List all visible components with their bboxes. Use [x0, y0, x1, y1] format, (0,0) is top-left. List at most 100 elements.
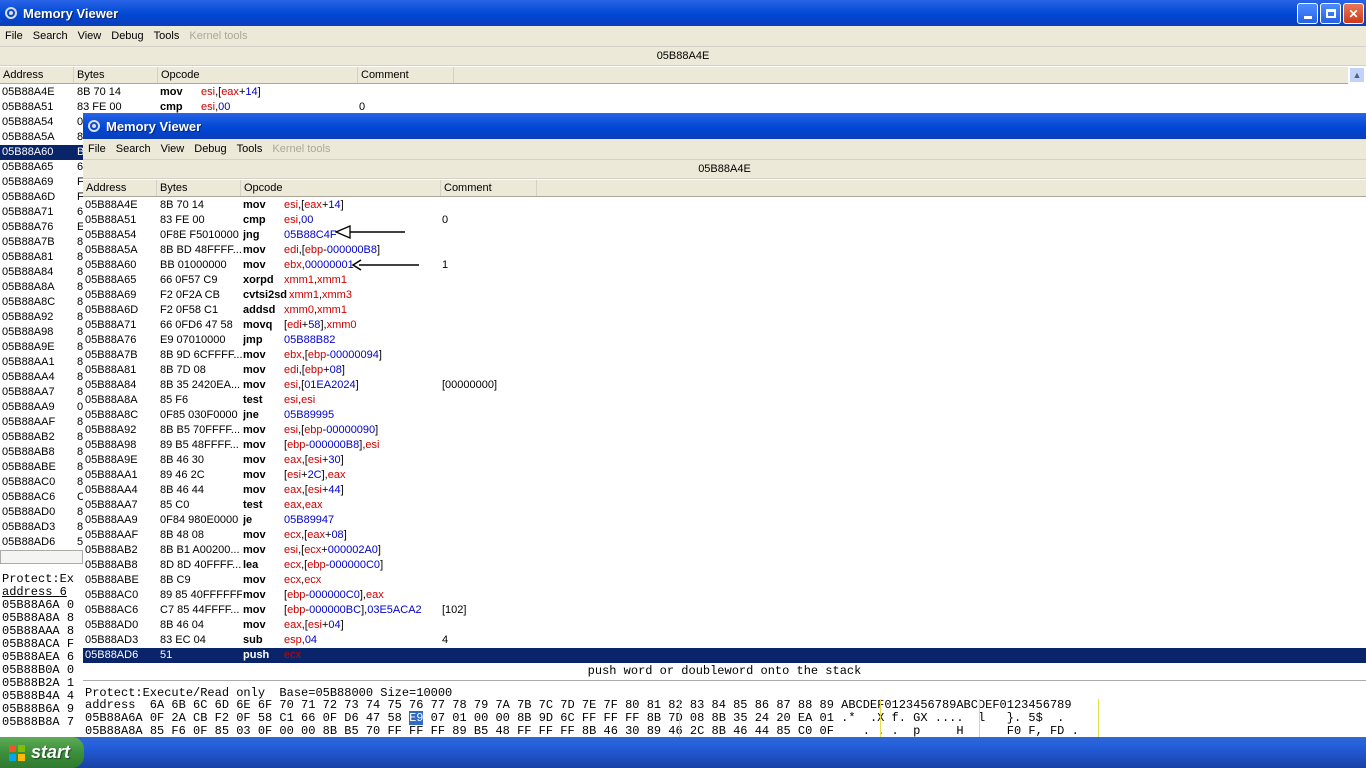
side-row[interactable]: 05B88AD0 8	[0, 505, 83, 520]
close-button[interactable]: ✕	[1343, 3, 1364, 24]
minimize-button[interactable]	[1297, 3, 1318, 24]
side-row[interactable]: 05B88A71 6	[0, 205, 83, 220]
side-row[interactable]: 05B88A69 F	[0, 175, 83, 190]
side-row[interactable]: 05B88ABE 8	[0, 460, 83, 475]
disasm-row[interactable]: 05B88A98 89 B5 48FFFF... mov [ebp-000000B8]…	[83, 438, 1366, 453]
hex-row[interactable]: 05B88A8A 85 F6 0F 85 03 0F 00 00 8B B5 7…	[85, 725, 1079, 738]
col-bytes[interactable]: Bytes	[74, 67, 158, 83]
side-row[interactable]: 05B88AD3 8	[0, 520, 83, 535]
col-opcode[interactable]: Opcode	[158, 67, 358, 83]
disasm-row[interactable]: 05B88A5A 8B BD 48FFFF... mov edi,[ebp-00000…	[83, 243, 1366, 258]
disasm-row[interactable]: 05B88A69 F2 0F2A CB cvtsi2sd xmm1,xmm3	[83, 288, 1366, 303]
disasm-row[interactable]: 05B88A8C 0F85 030F0000 jne 05B89995	[83, 408, 1366, 423]
disasm-row[interactable]: 05B88AC0 89 85 40FFFFFF mov [ebp-000000C0],…	[83, 588, 1366, 603]
col-opcode[interactable]: Opcode	[241, 180, 441, 196]
menu-tools[interactable]: Tools	[232, 143, 268, 155]
menu-search[interactable]: Search	[111, 143, 156, 155]
side-row[interactable]: 05B88A54 0	[0, 115, 83, 130]
back-hscroll[interactable]	[0, 550, 83, 564]
side-row[interactable]: 05B88AA7 8	[0, 385, 83, 400]
side-row[interactable]: 05B88A5A 8	[0, 130, 83, 145]
disasm-row[interactable]: 05B88A84 8B 35 2420EA... mov esi,[01EA2024]…	[83, 378, 1366, 393]
menu-view[interactable]: View	[73, 30, 107, 42]
side-row[interactable]: 05B88A60 B	[0, 145, 83, 160]
side-row[interactable]: 05B88AA9 0	[0, 400, 83, 415]
side-row[interactable]: 05B88A76 E	[0, 220, 83, 235]
menu-file[interactable]: File	[0, 30, 28, 42]
side-row[interactable]: 05B88A8C 8	[0, 295, 83, 310]
col-bytes[interactable]: Bytes	[157, 180, 241, 196]
side-hex-row[interactable]: 05B88AEA 6	[2, 651, 85, 664]
side-row[interactable]: 05B88AA1 8	[0, 355, 83, 370]
disasm-row[interactable]: 05B88A6D F2 0F58 C1 addsd xmm0,xmm1	[83, 303, 1366, 318]
side-row[interactable]: 05B88AC6 C	[0, 490, 83, 505]
disasm-row[interactable]: 05B88AB8 8D 8D 40FFFF... lea ecx,[ebp-00000…	[83, 558, 1366, 573]
side-hex-row[interactable]: 05B88ACA F	[2, 638, 85, 651]
side-row[interactable]: 05B88A9E 8	[0, 340, 83, 355]
disasm-row[interactable]: 05B88AA7 85 C0 test eax,eax	[83, 498, 1366, 513]
menu-view[interactable]: View	[156, 143, 190, 155]
disasm-row[interactable]: 05B88A8A 85 F6 test esi,esi	[83, 393, 1366, 408]
side-row[interactable]: 05B88AC0 8	[0, 475, 83, 490]
back-scroll-up-button[interactable]: ▲	[1349, 67, 1365, 83]
col-address[interactable]: Address	[83, 180, 157, 196]
side-row[interactable]: 05B88A98 8	[0, 325, 83, 340]
disasm-row[interactable]: 05B88AC6 C7 85 44FFFF... mov [ebp-000000BC]…	[83, 603, 1366, 618]
side-row[interactable]: 05B88A65 6	[0, 160, 83, 175]
disasm-row[interactable]: 05B88AD3 83 EC 04 sub esp,04 4	[83, 633, 1366, 648]
disasm-row[interactable]: 05B88A54 0F8E F5010000 jng 05B88C4F	[83, 228, 1366, 243]
side-row[interactable]: 05B88A6D F	[0, 190, 83, 205]
side-hex-row[interactable]: 05B88AAA 8	[2, 625, 85, 638]
side-row[interactable]: 05B88A84 8	[0, 265, 83, 280]
side-row[interactable]: 05B88A81 8	[0, 250, 83, 265]
side-row[interactable]: 05B88AA4 8	[0, 370, 83, 385]
side-hex-row[interactable]: 05B88B2A 1	[2, 677, 85, 690]
disasm-row[interactable]: 05B88A4E 8B 70 14 mov esi,[eax+14]	[83, 198, 1366, 213]
col-comment[interactable]: Comment	[441, 180, 537, 196]
disasm-row[interactable]: 05B88AD6 51 push ecx	[83, 648, 1366, 663]
disasm-row[interactable]: 05B88A51 83 FE 00 cmp esi,00 0	[83, 213, 1366, 228]
side-hex-row[interactable]: 05B88B6A 9	[2, 703, 85, 716]
side-row[interactable]: 05B88A8A 8	[0, 280, 83, 295]
menu-tools[interactable]: Tools	[149, 30, 185, 42]
side-row[interactable]: 05B88AB8 8	[0, 445, 83, 460]
side-hex-row[interactable]: 05B88B8A 7	[2, 716, 85, 729]
disasm-row[interactable]: 05B88AA9 0F84 980E0000 je 05B89947	[83, 513, 1366, 528]
menu-search[interactable]: Search	[28, 30, 73, 42]
side-hex-row[interactable]: address 6	[2, 586, 85, 599]
disasm-row[interactable]: 05B88A9E 8B 46 30 mov eax,[esi+30]	[83, 453, 1366, 468]
side-hex-row[interactable]: 05B88A8A 8	[2, 612, 85, 625]
disasm-row[interactable]: 05B88ABE 8B C9 mov ecx,ecx	[83, 573, 1366, 588]
disasm-row[interactable]: 05B88AA1 89 46 2C mov [esi+2C],eax	[83, 468, 1366, 483]
side-row[interactable]: 05B88AD6 5	[0, 535, 83, 550]
col-comment[interactable]: Comment	[358, 67, 454, 83]
disasm-row[interactable]: 05B88A76 E9 07010000 jmp 05B88B82	[83, 333, 1366, 348]
disasm-row[interactable]: 05B88AAF 8B 48 08 mov ecx,[eax+08]	[83, 528, 1366, 543]
side-row[interactable]: 05B88AB2 8	[0, 430, 83, 445]
side-hex-row[interactable]: 05B88A6A 0	[2, 599, 85, 612]
side-row[interactable]: 05B88A92 8	[0, 310, 83, 325]
restore-button[interactable]	[1320, 3, 1341, 24]
disasm-row[interactable]: 05B88A60 BB 01000000 mov ebx,00000001 1	[83, 258, 1366, 273]
disasm-row[interactable]: 05B88A65 66 0F57 C9 xorpd xmm1,xmm1	[83, 273, 1366, 288]
side-hex-row[interactable]: 05B88B4A 4	[2, 690, 85, 703]
disasm-row[interactable]: 05B88A4E 8B 70 14 mov esi,[eax+14]	[0, 85, 1348, 100]
side-row[interactable]: 05B88A7B 8	[0, 235, 83, 250]
start-button[interactable]: start	[0, 737, 84, 768]
back-title-bar[interactable]: Memory Viewer ✕	[0, 0, 1366, 26]
front-title-bar[interactable]: Memory Viewer	[83, 113, 1366, 139]
disasm-row[interactable]: 05B88A81 8B 7D 08 mov edi,[ebp+08]	[83, 363, 1366, 378]
menu-debug[interactable]: Debug	[106, 30, 148, 42]
disasm-row[interactable]: 05B88AD0 8B 46 04 mov eax,[esi+04]	[83, 618, 1366, 633]
disasm-row[interactable]: 05B88AA4 8B 46 44 mov eax,[esi+44]	[83, 483, 1366, 498]
side-hex-row[interactable]: 05B88B0A 0	[2, 664, 85, 677]
side-row[interactable]: 05B88AAF 8	[0, 415, 83, 430]
menu-file[interactable]: File	[83, 143, 111, 155]
disasm-row[interactable]: 05B88AB2 8B B1 A00200... mov esi,[ecx+00000…	[83, 543, 1366, 558]
disasm-row[interactable]: 05B88A71 66 0FD6 47 58 movq [edi+58],xmm0	[83, 318, 1366, 333]
hex-cursor-byte[interactable]: E9	[409, 711, 424, 725]
disasm-row[interactable]: 05B88A7B 8B 9D 6CFFFF... mov ebx,[ebp-00000…	[83, 348, 1366, 363]
menu-debug[interactable]: Debug	[189, 143, 231, 155]
col-address[interactable]: Address	[0, 67, 74, 83]
disasm-row[interactable]: 05B88A92 8B B5 70FFFF... mov esi,[ebp-00000…	[83, 423, 1366, 438]
